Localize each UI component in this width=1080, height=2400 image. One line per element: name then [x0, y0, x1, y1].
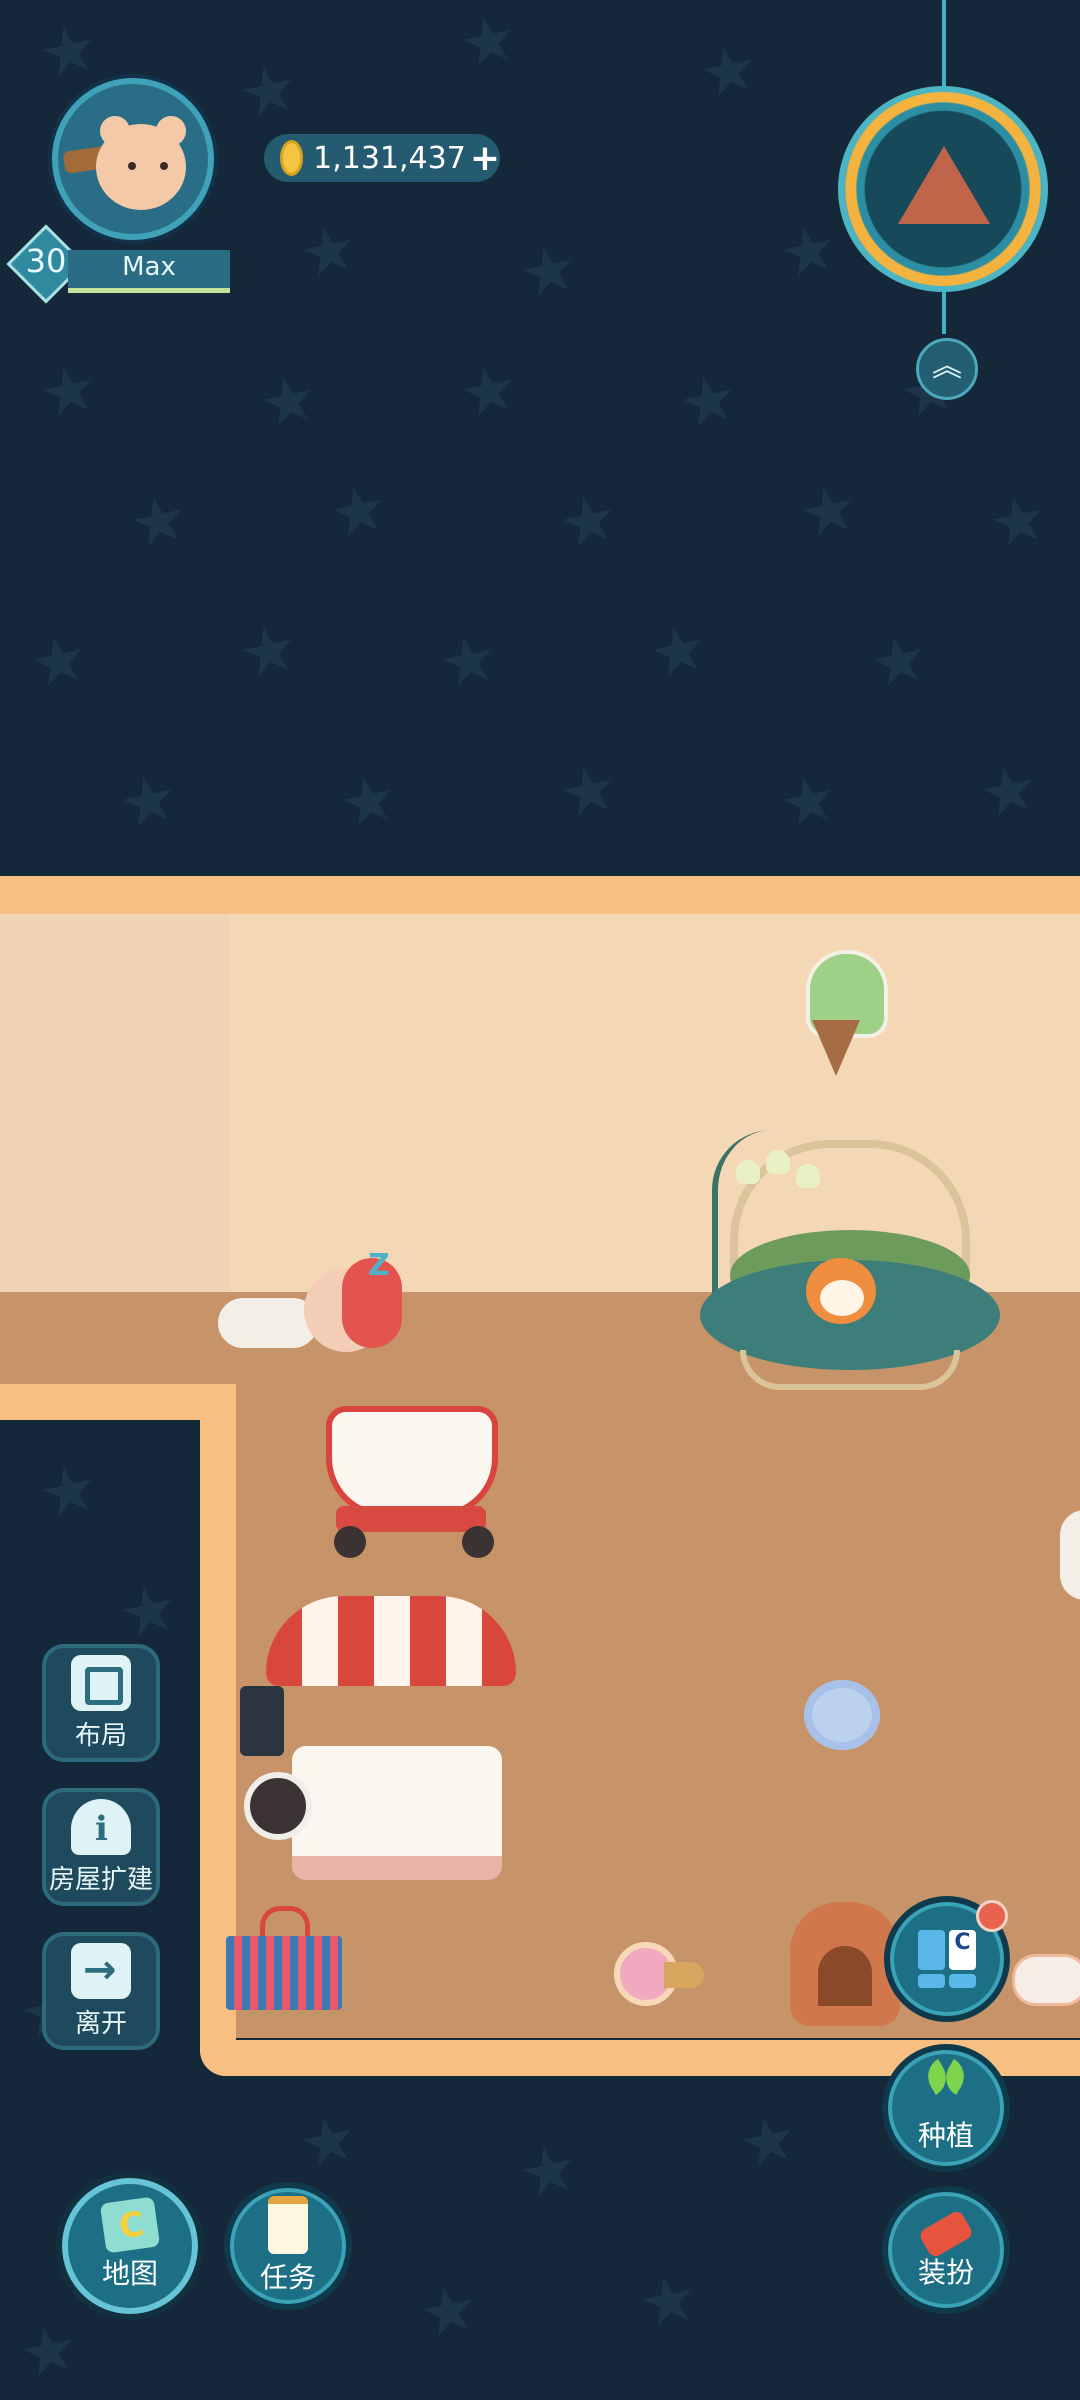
house-info-icon	[71, 1798, 131, 1855]
map-button[interactable]: 地图	[56, 2172, 204, 2320]
build-catalog-icon: C	[918, 1930, 976, 1988]
player-level: 30	[25, 242, 67, 280]
medallion-string-lower	[942, 290, 946, 334]
tasks-button[interactable]: 任务	[224, 2182, 352, 2310]
plant-label: 种植	[917, 2119, 974, 2152]
sleep-z-icon: Z	[368, 1248, 390, 1283]
wall-trim	[0, 876, 1080, 914]
icecream-lamp-cone	[812, 1020, 860, 1076]
grid-tile	[918, 1930, 945, 1970]
tasks-label: 任务	[259, 2261, 316, 2294]
room-wall-left	[0, 914, 230, 1294]
bell	[796, 1164, 820, 1188]
cart-sign-board	[240, 1686, 284, 1756]
cart-counter	[292, 1746, 502, 1880]
player-name: Max	[68, 250, 230, 293]
coin-balance[interactable]: 1,131,437 +	[264, 134, 500, 182]
medallion-string	[942, 0, 946, 90]
grid-tile	[918, 1974, 945, 1988]
clipboard-icon	[268, 2196, 308, 2254]
expand-chevron-up-button[interactable]: ︽	[916, 338, 978, 400]
map-icon	[99, 2196, 161, 2254]
map-label: 地图	[101, 2257, 158, 2290]
leave-label: 离开	[74, 2008, 127, 2039]
house-expansion-button[interactable]: 房屋扩建	[42, 1788, 160, 1906]
bag-body	[226, 1936, 342, 2010]
player-avatar[interactable]	[52, 78, 214, 240]
pram-wheel	[334, 1526, 366, 1558]
baby-body	[218, 1298, 318, 1348]
pram-wheel	[462, 1526, 494, 1558]
grid-tile-c: C	[949, 1930, 976, 1970]
decorate-button[interactable]: 装扮	[882, 2186, 1010, 2314]
house-expansion-label: 房屋扩建	[48, 1864, 153, 1895]
layout-icon	[71, 1654, 131, 1711]
bear-eye-left	[128, 162, 136, 170]
grid-tile	[949, 1974, 976, 1988]
bear-face	[96, 124, 186, 210]
woven-tote-bag[interactable]	[226, 1906, 342, 2010]
corgi-face	[820, 1280, 864, 1316]
striped-awning	[266, 1596, 516, 1686]
offscreen-furniture[interactable]	[1060, 1510, 1080, 1600]
decorate-label: 装扮	[917, 2256, 974, 2289]
fox-house-door	[818, 1946, 872, 2006]
coin-amount: 1,131,437	[313, 140, 466, 176]
notification-dot	[976, 1900, 1008, 1932]
paw-cushion[interactable]	[1012, 1954, 1080, 2006]
dessert-cart-stall[interactable]	[240, 1596, 520, 1896]
coin-icon	[280, 140, 304, 176]
layout-button[interactable]: 布局	[42, 1644, 160, 1762]
plant-button[interactable]: 种植	[882, 2044, 1010, 2172]
bell	[736, 1160, 760, 1184]
strawberry-pram[interactable]	[326, 1386, 506, 1566]
add-coins-icon[interactable]: +	[470, 138, 500, 179]
exit-icon	[71, 1942, 131, 1999]
lily-bells	[736, 1150, 836, 1188]
leave-button[interactable]: 离开	[42, 1932, 160, 2050]
bear-eye-right	[160, 162, 168, 170]
blue-flower-cushion[interactable]	[804, 1680, 880, 1750]
donut-toy-cone	[664, 1962, 704, 1988]
pyramid-icon	[898, 146, 990, 224]
layout-label: 布局	[74, 1720, 127, 1751]
cart-wheel	[244, 1772, 312, 1840]
pram-basket	[326, 1406, 498, 1518]
sprout-icon	[919, 2062, 973, 2112]
cradle-legs	[740, 1350, 960, 1390]
bell	[766, 1150, 790, 1174]
